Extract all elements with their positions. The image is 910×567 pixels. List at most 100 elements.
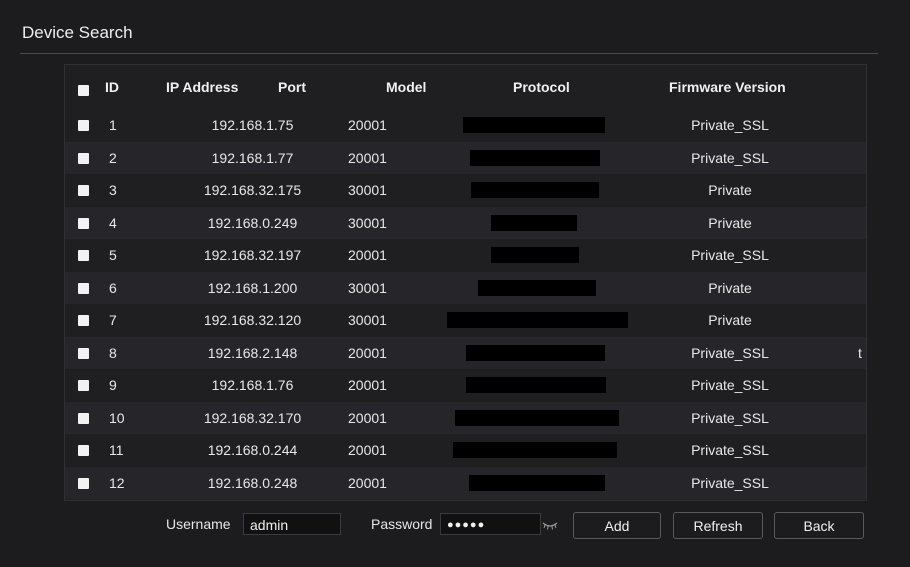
row-model-redacted: [471, 182, 599, 198]
row-ip-address: 192.168.32.175: [203, 182, 302, 198]
header-protocol[interactable]: Protocol: [513, 65, 570, 109]
row-id: 3: [109, 182, 117, 198]
row-port: 20001: [348, 344, 387, 361]
header-firmware-version[interactable]: Firmware Version: [669, 65, 786, 109]
row-protocol: Private_SSL: [691, 117, 769, 133]
row-port: 20001: [348, 377, 387, 393]
table-row[interactable]: 12 192.168.0.248 20001 Private_SSL: [65, 466, 866, 499]
row-id: 1: [109, 117, 117, 133]
username-label: Username: [166, 516, 231, 532]
row-checkbox[interactable]: [78, 250, 89, 261]
row-id: 8: [109, 344, 117, 361]
table-row[interactable]: 3 192.168.32.175 30001 Private: [65, 174, 866, 207]
username-input[interactable]: admin: [243, 513, 341, 535]
row-model-redacted: [463, 117, 605, 133]
row-id: 6: [109, 279, 117, 296]
row-model-redacted: [453, 442, 617, 458]
table-row[interactable]: 1 192.168.1.75 20001 Private_SSL: [65, 109, 866, 142]
row-protocol: Private_SSL: [691, 442, 769, 458]
row-id: 12: [109, 474, 125, 491]
password-input[interactable]: ●●●●●: [440, 513, 541, 535]
login-footer: Username admin Password ●●●●● Add Refres…: [0, 508, 910, 542]
row-protocol: Private_SSL: [691, 409, 769, 426]
row-checkbox[interactable]: [78, 185, 89, 196]
table-body: 1 192.168.1.75 20001 Private_SSL 2 192.168.1.…: [65, 109, 866, 499]
row-ip-address: 192.168.1.75: [211, 117, 294, 133]
row-id: 2: [109, 149, 117, 166]
row-id: 4: [109, 214, 117, 231]
header-id[interactable]: ID: [105, 65, 119, 109]
row-checkbox[interactable]: [78, 445, 89, 456]
row-model-redacted: [470, 149, 600, 166]
row-ip-address: 192.168.1.76: [211, 377, 294, 393]
row-checkbox[interactable]: [78, 217, 89, 229]
table-row[interactable]: 8 192.168.2.148 20001 Private_SSL t: [65, 336, 866, 369]
row-ip-address: 192.168.2.148: [207, 344, 298, 361]
row-id: 9: [109, 377, 117, 393]
row-port: 30001: [348, 214, 387, 231]
password-label: Password: [371, 516, 433, 532]
row-model-redacted: [447, 312, 628, 328]
row-checkbox[interactable]: [78, 477, 89, 489]
row-checkbox[interactable]: [78, 315, 89, 326]
table-row[interactable]: 6 192.168.1.200 30001 Private: [65, 271, 866, 304]
row-model-redacted: [466, 344, 605, 361]
row-ip-address: 192.168.32.120: [203, 312, 302, 328]
table-row[interactable]: 7 192.168.32.120 30001 Private: [65, 304, 866, 337]
row-model-redacted: [469, 474, 605, 491]
device-table[interactable]: ID IP Address Port Model Protocol Firmwa…: [64, 64, 867, 501]
row-port: 20001: [348, 149, 387, 166]
row-checkbox[interactable]: [78, 152, 89, 164]
header-model[interactable]: Model: [386, 65, 426, 109]
row-protocol: Private_SSL: [691, 149, 769, 166]
row-protocol: Private: [708, 312, 752, 328]
refresh-button[interactable]: Refresh: [673, 512, 763, 539]
page-title: Device Search: [22, 23, 133, 42]
row-port: 30001: [348, 312, 387, 328]
row-protocol: Private_SSL: [691, 344, 769, 361]
back-button[interactable]: Back: [774, 512, 864, 539]
row-ip-address: 192.168.1.200: [207, 279, 298, 296]
row-port: 30001: [348, 279, 387, 296]
table-row[interactable]: 10 192.168.32.170 20001 Private_SSL: [65, 401, 866, 434]
table-row[interactable]: 9 192.168.1.76 20001 Private_SSL: [65, 369, 866, 402]
row-ip-address: 192.168.1.77: [211, 149, 294, 166]
header-ip-address[interactable]: IP Address: [166, 65, 238, 109]
row-port: 30001: [348, 182, 387, 198]
row-checkbox[interactable]: [78, 120, 89, 131]
table-header: ID IP Address Port Model Protocol Firmwa…: [65, 65, 866, 109]
row-port: 20001: [348, 474, 387, 491]
table-row[interactable]: 2 192.168.1.77 20001 Private_SSL: [65, 141, 866, 174]
row-id: 5: [109, 247, 117, 263]
row-checkbox[interactable]: [78, 282, 89, 294]
row-checkbox[interactable]: [78, 412, 89, 424]
row-port: 20001: [348, 409, 387, 426]
row-model-redacted: [478, 279, 596, 296]
title-divider: [20, 53, 878, 54]
row-ip-address: 192.168.0.248: [207, 474, 298, 491]
table-row[interactable]: 4 192.168.0.249 30001 Private: [65, 206, 866, 239]
eye-closed-icon[interactable]: [542, 521, 558, 531]
row-model-redacted: [455, 409, 619, 426]
row-protocol: Private_SSL: [691, 247, 769, 263]
row-id: 10: [109, 409, 125, 426]
row-protocol: Private: [708, 279, 752, 296]
row-model-redacted: [491, 247, 579, 263]
row-ip-address: 192.168.32.197: [203, 247, 302, 263]
row-checkbox[interactable]: [78, 347, 89, 359]
row-checkbox[interactable]: [78, 380, 89, 391]
row-port: 20001: [348, 442, 387, 458]
add-button[interactable]: Add: [573, 512, 661, 539]
row-port: 20001: [348, 117, 387, 133]
table-row[interactable]: 5 192.168.32.197 20001 Private_SSL: [65, 239, 866, 272]
row-port: 20001: [348, 247, 387, 263]
row-protocol: Private: [708, 214, 752, 231]
row-ip-address: 192.168.32.170: [203, 409, 302, 426]
table-row[interactable]: 11 192.168.0.244 20001 Private_SSL: [65, 434, 866, 467]
row-ip-address: 192.168.0.244: [207, 442, 298, 458]
row-ip-address: 192.168.0.249: [207, 214, 298, 231]
row-model-redacted: [466, 377, 606, 393]
device-search-panel: Device Search ID IP Address Port Model P…: [0, 0, 910, 567]
header-port[interactable]: Port: [278, 65, 306, 109]
select-all-checkbox[interactable]: [78, 85, 89, 96]
